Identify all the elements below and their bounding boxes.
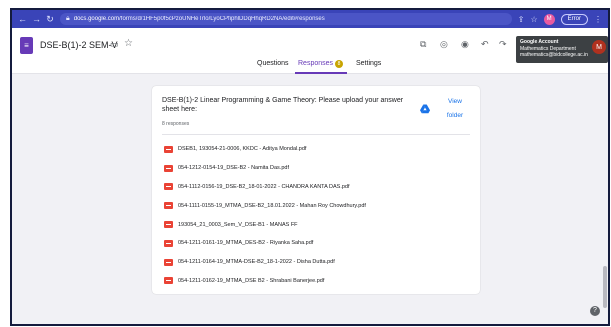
tab-questions[interactable]: Questions bbox=[257, 60, 289, 67]
file-name: 054-1211-0162-19_MTMA_DSE B2 - Shrabani … bbox=[178, 277, 325, 284]
question-title: DSE-B(1)-2 Linear Programming & Game The… bbox=[162, 97, 404, 113]
file-name: DSEB1, 193054-21-0006, KKDC - Aditya Mon… bbox=[178, 146, 307, 153]
pdf-file-icon bbox=[164, 258, 173, 266]
error-badge[interactable]: Error bbox=[560, 13, 588, 25]
browser-window: ← → ↻ 🔒︎ docs.google.com/forms/d/1HF5p0f… bbox=[10, 8, 610, 326]
tab-responses[interactable]: Responses 8 bbox=[298, 60, 344, 68]
page-scrollbar-thumb[interactable] bbox=[603, 266, 607, 308]
form-title[interactable]: DSE-B(1)-2 SEM-V bbox=[40, 40, 118, 50]
account-avatar[interactable]: M bbox=[592, 40, 606, 54]
file-name: 054-1112-0156-19_DSE-B2_18-01-2022 - CHA… bbox=[178, 183, 350, 190]
reload-icon[interactable]: ↻ bbox=[46, 14, 54, 25]
tab-settings[interactable]: Settings bbox=[356, 60, 381, 67]
profile-avatar-icon[interactable]: M bbox=[543, 13, 555, 25]
card-divider bbox=[162, 134, 470, 135]
pdf-file-icon bbox=[164, 221, 173, 229]
star-icon[interactable]: ☆ bbox=[124, 38, 133, 49]
pdf-file-icon bbox=[164, 145, 173, 153]
file-name: 054-1211-0161-19_MTMA_DES-B2 - Riyanka S… bbox=[178, 240, 314, 247]
screenshot-frame: ← → ↻ 🔒︎ docs.google.com/forms/d/1HF5p0f… bbox=[0, 0, 611, 327]
forms-logo-icon[interactable]: ≡ bbox=[20, 37, 33, 54]
browser-toolbar: ← → ↻ 🔒︎ docs.google.com/forms/d/1HF5p0f… bbox=[12, 10, 608, 28]
file-row[interactable]: DSEB1, 193054-21-0006, KKDC - Aditya Mon… bbox=[164, 140, 464, 159]
view-folder-link[interactable]: View folder bbox=[442, 95, 468, 123]
file-upload-response-card: DSE-B(1)-2 Linear Programming & Game The… bbox=[152, 86, 480, 294]
uploaded-file-list: DSEB1, 193054-21-0006, KKDC - Aditya Mon… bbox=[164, 140, 464, 290]
preview-eye-icon[interactable]: ◉ bbox=[461, 39, 469, 50]
pdf-file-icon bbox=[164, 277, 173, 285]
tooltip-account-email: mathematics@bidcollege.ac.in bbox=[520, 52, 588, 58]
lock-icon: 🔒︎ bbox=[66, 15, 70, 22]
back-arrow-icon[interactable]: ← bbox=[18, 14, 27, 24]
file-name: 054-1111-0155-19_MTMA_DSE-B2_18.01.2022 … bbox=[178, 202, 366, 209]
addon-icon[interactable]: ⧉ bbox=[420, 39, 426, 50]
response-count: 8 responses bbox=[162, 121, 190, 127]
help-icon[interactable]: ? bbox=[590, 306, 600, 316]
file-row[interactable]: 054-1212-0154-19_DSE-B2 - Namita Das.pdf bbox=[164, 159, 464, 178]
address-bar[interactable]: 🔒︎ docs.google.com/forms/d/1HF5p0f5cPzoU… bbox=[60, 13, 512, 25]
pdf-file-icon bbox=[164, 202, 173, 210]
share-icon[interactable]: ⇪ bbox=[518, 15, 525, 24]
tab-responses-label: Responses bbox=[298, 60, 334, 67]
file-row[interactable]: 054-1111-0155-19_MTMA_DSE-B2_18.01.2022 … bbox=[164, 196, 464, 215]
pdf-file-icon bbox=[164, 183, 173, 191]
file-name: 054-1212-0154-19_DSE-B2 - Namita Das.pdf bbox=[178, 165, 289, 172]
file-row[interactable]: 054-1211-0161-19_MTMA_DES-B2 - Riyanka S… bbox=[164, 234, 464, 253]
file-row[interactable]: 054-1211-0164-19_MTMA-DSE-B2_18-1-2022 -… bbox=[164, 253, 464, 272]
file-name: 193054_21_0003_Sem_V_DSE-B1 - MANAS FF bbox=[178, 221, 298, 228]
file-row[interactable]: 054-1211-0162-19_MTMA_DSE B2 - Shrabani … bbox=[164, 272, 464, 291]
palette-icon[interactable]: ◎ bbox=[440, 39, 448, 50]
bookmark-star-icon[interactable]: ☆ bbox=[530, 15, 537, 24]
pdf-file-icon bbox=[164, 164, 173, 172]
move-to-folder-icon[interactable]: ▭ bbox=[110, 39, 119, 50]
forward-arrow-icon[interactable]: → bbox=[32, 14, 41, 24]
redo-icon[interactable]: ↷ bbox=[499, 39, 507, 50]
file-row[interactable]: 193054_21_0003_Sem_V_DSE-B1 - MANAS FF bbox=[164, 215, 464, 234]
active-tab-indicator bbox=[295, 72, 347, 74]
pdf-file-icon bbox=[164, 239, 173, 247]
response-count-badge: 8 bbox=[335, 60, 344, 68]
file-name: 054-1211-0164-19_MTMA-DSE-B2_18-1-2022 -… bbox=[178, 259, 335, 266]
more-menu-icon[interactable]: ⋮ bbox=[594, 15, 602, 24]
undo-icon[interactable]: ↶ bbox=[481, 39, 489, 50]
google-drive-icon[interactable] bbox=[420, 104, 430, 114]
file-row[interactable]: 054-1112-0156-19_DSE-B2_18-01-2022 - CHA… bbox=[164, 178, 464, 197]
url-text: docs.google.com/forms/d/1HF5p0f5cPzoUNHe… bbox=[73, 16, 325, 22]
